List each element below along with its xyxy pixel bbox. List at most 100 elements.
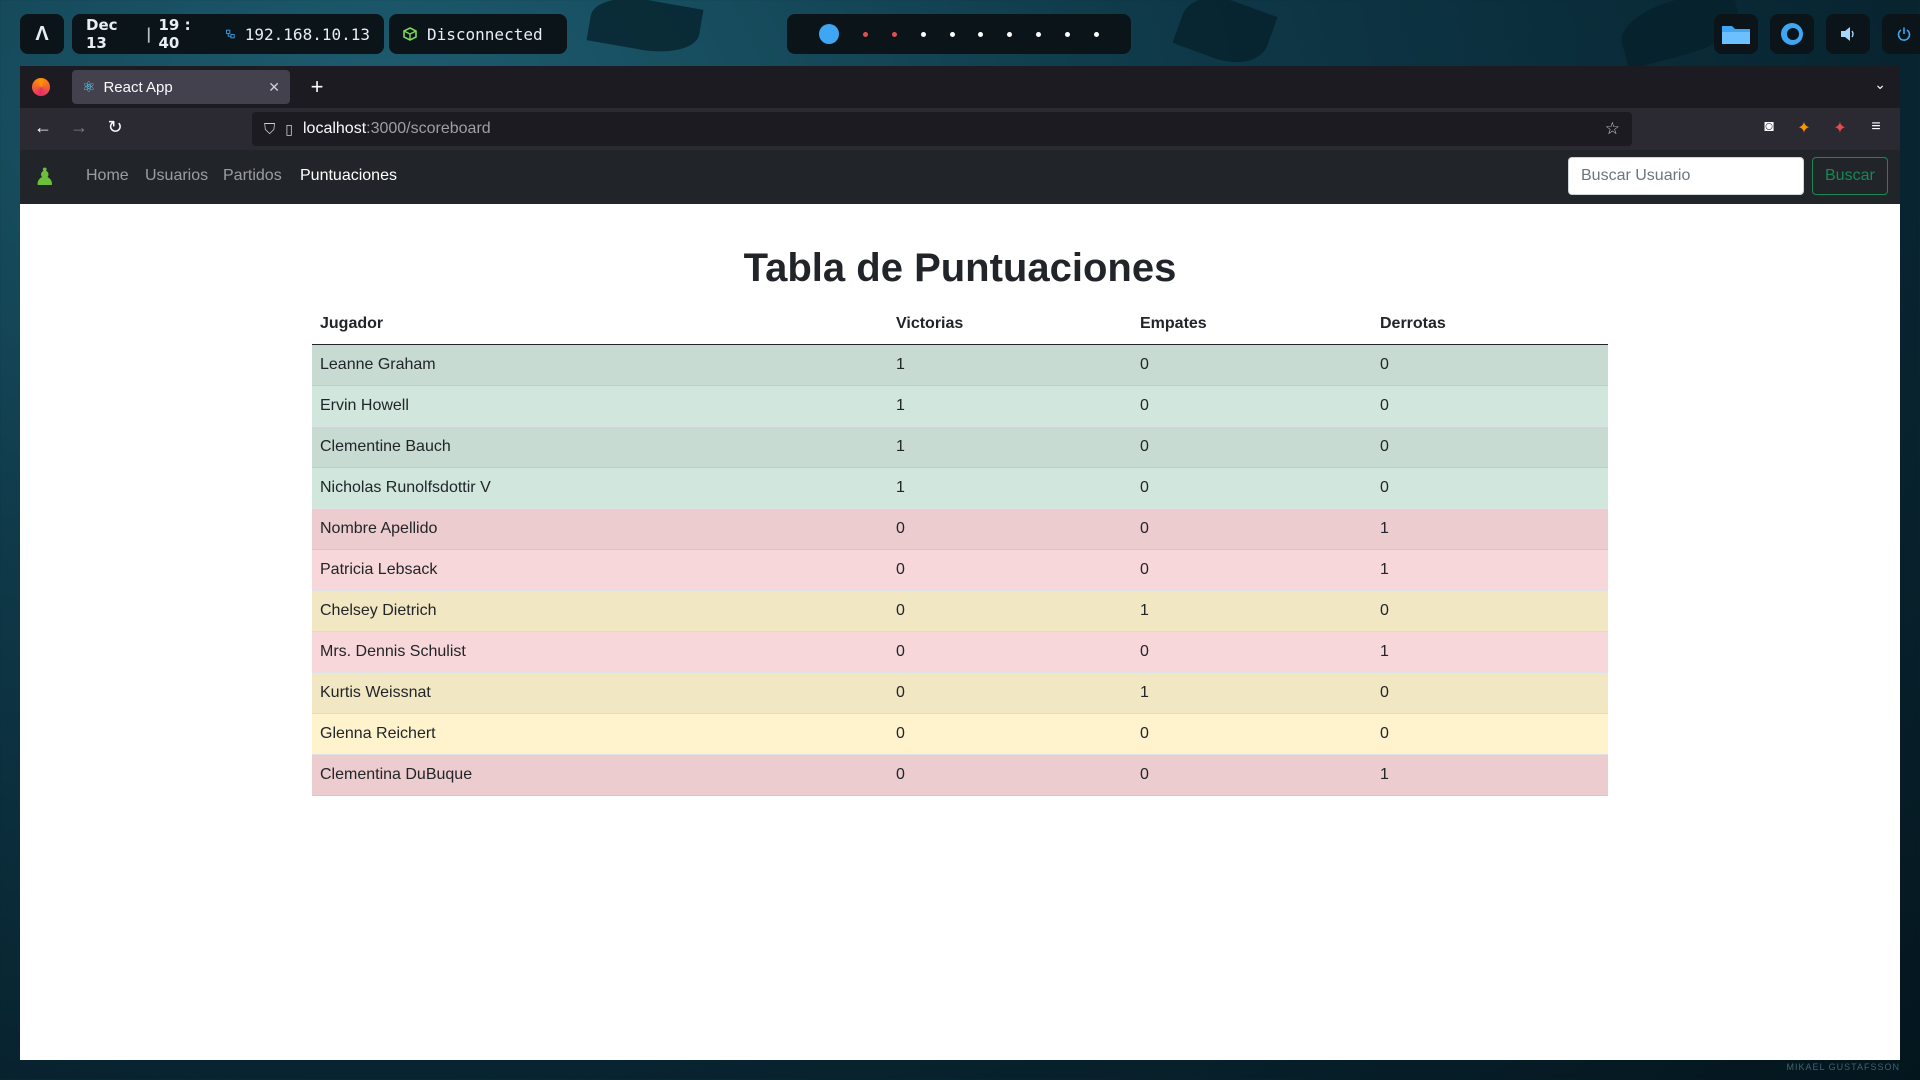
- workspace-8[interactable]: [1036, 31, 1042, 37]
- table-row: Clementina DuBuque 0 0 1: [312, 754, 1608, 796]
- tab-list-chevron-icon[interactable]: ⌄: [1874, 76, 1886, 93]
- folder-icon: [1722, 26, 1750, 44]
- launcher-button[interactable]: Λ: [20, 14, 64, 54]
- workspace-7[interactable]: [1007, 31, 1013, 37]
- arch-logo-icon: Λ: [35, 22, 49, 45]
- wins-cell: 0: [888, 754, 1132, 796]
- url-path: :3000/scoreboard: [366, 120, 491, 137]
- player-name: Nicholas Runolfsdottir V: [312, 467, 888, 509]
- wins-cell: 0: [888, 549, 1132, 591]
- ip-address: 192.168.10.13: [244, 24, 370, 44]
- draws-cell: 0: [1132, 549, 1372, 591]
- player-name: Ervin Howell: [312, 385, 888, 427]
- draws-cell: 0: [1132, 344, 1372, 386]
- draws-cell: 0: [1132, 467, 1372, 509]
- workspace-switcher: [787, 14, 1131, 54]
- player-name: Patricia Lebsack: [312, 549, 888, 591]
- nav-link-partidos[interactable]: Partidos: [223, 167, 282, 185]
- wins-cell: 0: [888, 590, 1132, 632]
- draws-cell: 1: [1132, 590, 1372, 632]
- nav-link-usuarios[interactable]: Usuarios: [145, 167, 208, 185]
- firefox-view-icon[interactable]: [32, 78, 50, 96]
- power-button[interactable]: [1882, 14, 1920, 54]
- extension-2-icon[interactable]: ✦: [1829, 118, 1851, 138]
- wins-cell: 1: [888, 344, 1132, 386]
- wins-cell: 0: [888, 713, 1132, 755]
- tab-title: React App: [103, 78, 173, 96]
- table-row: Leanne Graham 1 0 0: [312, 344, 1608, 386]
- scoreboard-body: Leanne Graham 1 0 0 Ervin Howell 1 0 0 C…: [312, 344, 1608, 796]
- firefox-launcher[interactable]: [1770, 14, 1814, 54]
- react-icon: ⚛: [82, 79, 96, 96]
- back-arrow-icon[interactable]: ←: [31, 117, 55, 138]
- new-tab-button[interactable]: +: [304, 74, 330, 100]
- workspace-1[interactable]: [818, 24, 839, 44]
- browser-tab[interactable]: ⚛ React App ✕: [72, 70, 290, 104]
- tab-strip: ⚛ React App ✕ + ⌄: [20, 66, 1900, 108]
- losses-cell: 0: [1372, 385, 1608, 427]
- chess-pawn-logo-icon[interactable]: ♟: [34, 163, 56, 192]
- losses-cell: 0: [1372, 672, 1608, 714]
- table-header-row: Jugador Victorias Empates Derrotas: [312, 304, 1608, 345]
- wins-cell: 1: [888, 426, 1132, 468]
- page-content: Tabla de Puntuaciones Jugador Victorias …: [20, 204, 1900, 1060]
- url-bar[interactable]: ⛉ ▯ localhost:3000/scoreboard ☆: [252, 112, 1632, 146]
- clock-separator: |: [145, 25, 152, 43]
- vpn-indicator[interactable]: Disconnected: [389, 14, 567, 54]
- wins-cell: 0: [888, 672, 1132, 714]
- clock: Dec 13 | 19 : 40: [72, 14, 226, 54]
- tracking-shield-icon[interactable]: ⛉: [264, 121, 275, 138]
- pocket-icon[interactable]: ◙: [1758, 118, 1780, 136]
- wallpaper-signature: MIKAEL GUSTAFSSON: [1786, 1062, 1900, 1072]
- firefox-icon: [1781, 23, 1803, 45]
- extension-icon[interactable]: ✦: [1793, 118, 1815, 138]
- volume-button[interactable]: [1826, 14, 1870, 54]
- vpn-cube-icon: [403, 27, 417, 41]
- browser-window: ⚛ React App ✕ + ⌄ ← → ↻ ⛉ ▯ localhost:30…: [20, 66, 1900, 1060]
- table-row: Nombre Apellido 0 0 1: [312, 508, 1608, 550]
- page-info-icon[interactable]: ▯: [285, 121, 293, 138]
- player-name: Leanne Graham: [312, 344, 888, 386]
- column-header-empates[interactable]: Empates: [1132, 304, 1372, 345]
- scoreboard-table: Jugador Victorias Empates Derrotas Leann…: [312, 304, 1608, 796]
- workspace-4[interactable]: [920, 31, 926, 37]
- column-header-derrotas[interactable]: Derrotas: [1372, 304, 1608, 345]
- close-tab-icon[interactable]: ✕: [268, 79, 280, 96]
- volume-icon: [1841, 27, 1854, 41]
- wins-cell: 1: [888, 385, 1132, 427]
- bookmark-star-icon[interactable]: ☆: [1605, 119, 1620, 139]
- workspace-6[interactable]: [978, 31, 984, 37]
- clock-date: Dec 13: [86, 16, 118, 52]
- draws-cell: 0: [1132, 631, 1372, 673]
- search-button[interactable]: Buscar: [1812, 157, 1888, 195]
- workspace-5[interactable]: [949, 31, 955, 37]
- losses-cell: 0: [1372, 590, 1608, 632]
- search-user-input[interactable]: [1568, 157, 1804, 195]
- workspace-10[interactable]: [1093, 31, 1099, 37]
- nav-link-puntuaciones[interactable]: Puntuaciones: [300, 167, 397, 185]
- column-header-victorias[interactable]: Victorias: [888, 304, 1132, 345]
- reload-icon[interactable]: ↻: [103, 117, 127, 138]
- table-row: Clementine Bauch 1 0 0: [312, 426, 1608, 468]
- losses-cell: 0: [1372, 426, 1608, 468]
- draws-cell: 1: [1132, 672, 1372, 714]
- column-header-jugador[interactable]: Jugador: [312, 304, 888, 345]
- losses-cell: 1: [1372, 508, 1608, 550]
- forward-arrow-icon[interactable]: →: [67, 117, 91, 138]
- losses-cell: 0: [1372, 713, 1608, 755]
- workspace-2[interactable]: [862, 31, 868, 37]
- nav-link-home[interactable]: Home: [86, 167, 129, 185]
- workspace-9[interactable]: [1065, 31, 1071, 37]
- files-button[interactable]: [1714, 14, 1758, 54]
- table-row: Kurtis Weissnat 0 1 0: [312, 672, 1608, 714]
- workspace-3[interactable]: [891, 31, 897, 37]
- desktop-top-bar: Λ Dec 13 | 19 : 40 192.168.10.13 Disconn…: [20, 14, 1920, 56]
- player-name: Clementine Bauch: [312, 426, 888, 468]
- losses-cell: 1: [1372, 549, 1608, 591]
- losses-cell: 0: [1372, 344, 1608, 386]
- ip-indicator[interactable]: 192.168.10.13: [212, 14, 384, 54]
- player-name: Nombre Apellido: [312, 508, 888, 550]
- table-row: Glenna Reichert 0 0 0: [312, 713, 1608, 755]
- menu-hamburger-icon[interactable]: ≡: [1865, 118, 1887, 136]
- losses-cell: 1: [1372, 754, 1608, 796]
